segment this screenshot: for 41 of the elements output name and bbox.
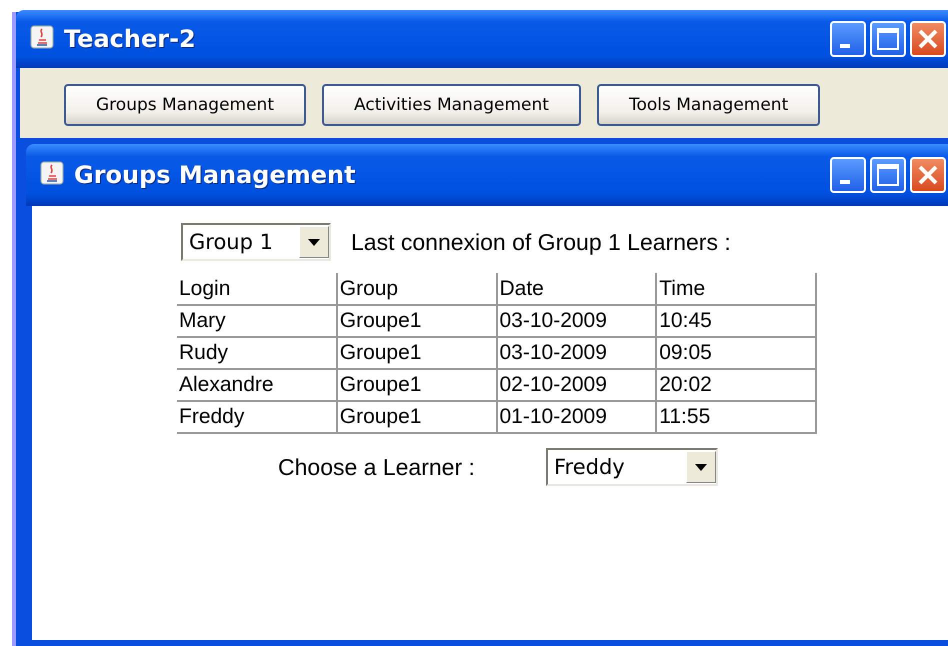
table-cell: Mary	[177, 305, 337, 337]
column-header: Group	[336, 273, 496, 305]
table-cell: 20:02	[656, 369, 816, 401]
table-cell: Rudy	[177, 337, 337, 369]
window-title: Teacher-2	[64, 25, 197, 53]
table-cell: Groupe1	[336, 305, 496, 337]
learner-label: Choose a Learner :	[278, 454, 476, 480]
dropdown[interactable]: Freddy	[546, 448, 718, 486]
table-cell: 03-10-2009	[496, 305, 656, 337]
column-header: Login	[177, 273, 337, 305]
table-cell: Groupe1	[336, 401, 496, 433]
close-button[interactable]	[910, 157, 946, 193]
minimize-icon	[840, 44, 850, 48]
table-cell: 11:55	[656, 401, 816, 433]
minimize-button[interactable]	[830, 157, 866, 193]
table-cell: 03-10-2009	[496, 337, 656, 369]
caret-icon	[308, 238, 320, 246]
minimize-button[interactable]	[830, 21, 866, 57]
toolbar-button[interactable]: Tools Management	[596, 84, 820, 126]
table-cell: Groupe1	[336, 337, 496, 369]
table-cell: 01-10-2009	[496, 401, 656, 433]
toolbar-button[interactable]: Groups Management	[64, 84, 306, 126]
table-cell: 09:05	[656, 337, 816, 369]
column-header: Date	[496, 273, 656, 305]
table-caption: Last connexion of Group 1 Learners :	[351, 228, 731, 256]
caret-icon	[695, 464, 707, 470]
maximize-button[interactable]	[870, 21, 906, 57]
close-button[interactable]	[910, 21, 946, 57]
app-icon	[40, 161, 64, 185]
table-cell: Alexandre	[177, 369, 337, 401]
table-cell: 10:45	[656, 305, 816, 337]
table-cell: 02-10-2009	[496, 369, 656, 401]
maximize-button[interactable]	[870, 157, 906, 193]
column-header: Time	[656, 273, 816, 305]
dropdown[interactable]: Group 1	[181, 223, 331, 261]
table-cell: Groupe1	[336, 369, 496, 401]
app-icon	[30, 25, 54, 49]
table-cell: Freddy	[177, 401, 337, 433]
minimize-icon	[840, 180, 850, 184]
toolbar-button[interactable]: Activities Management	[322, 84, 581, 126]
window-title: Groups Management	[74, 161, 357, 189]
